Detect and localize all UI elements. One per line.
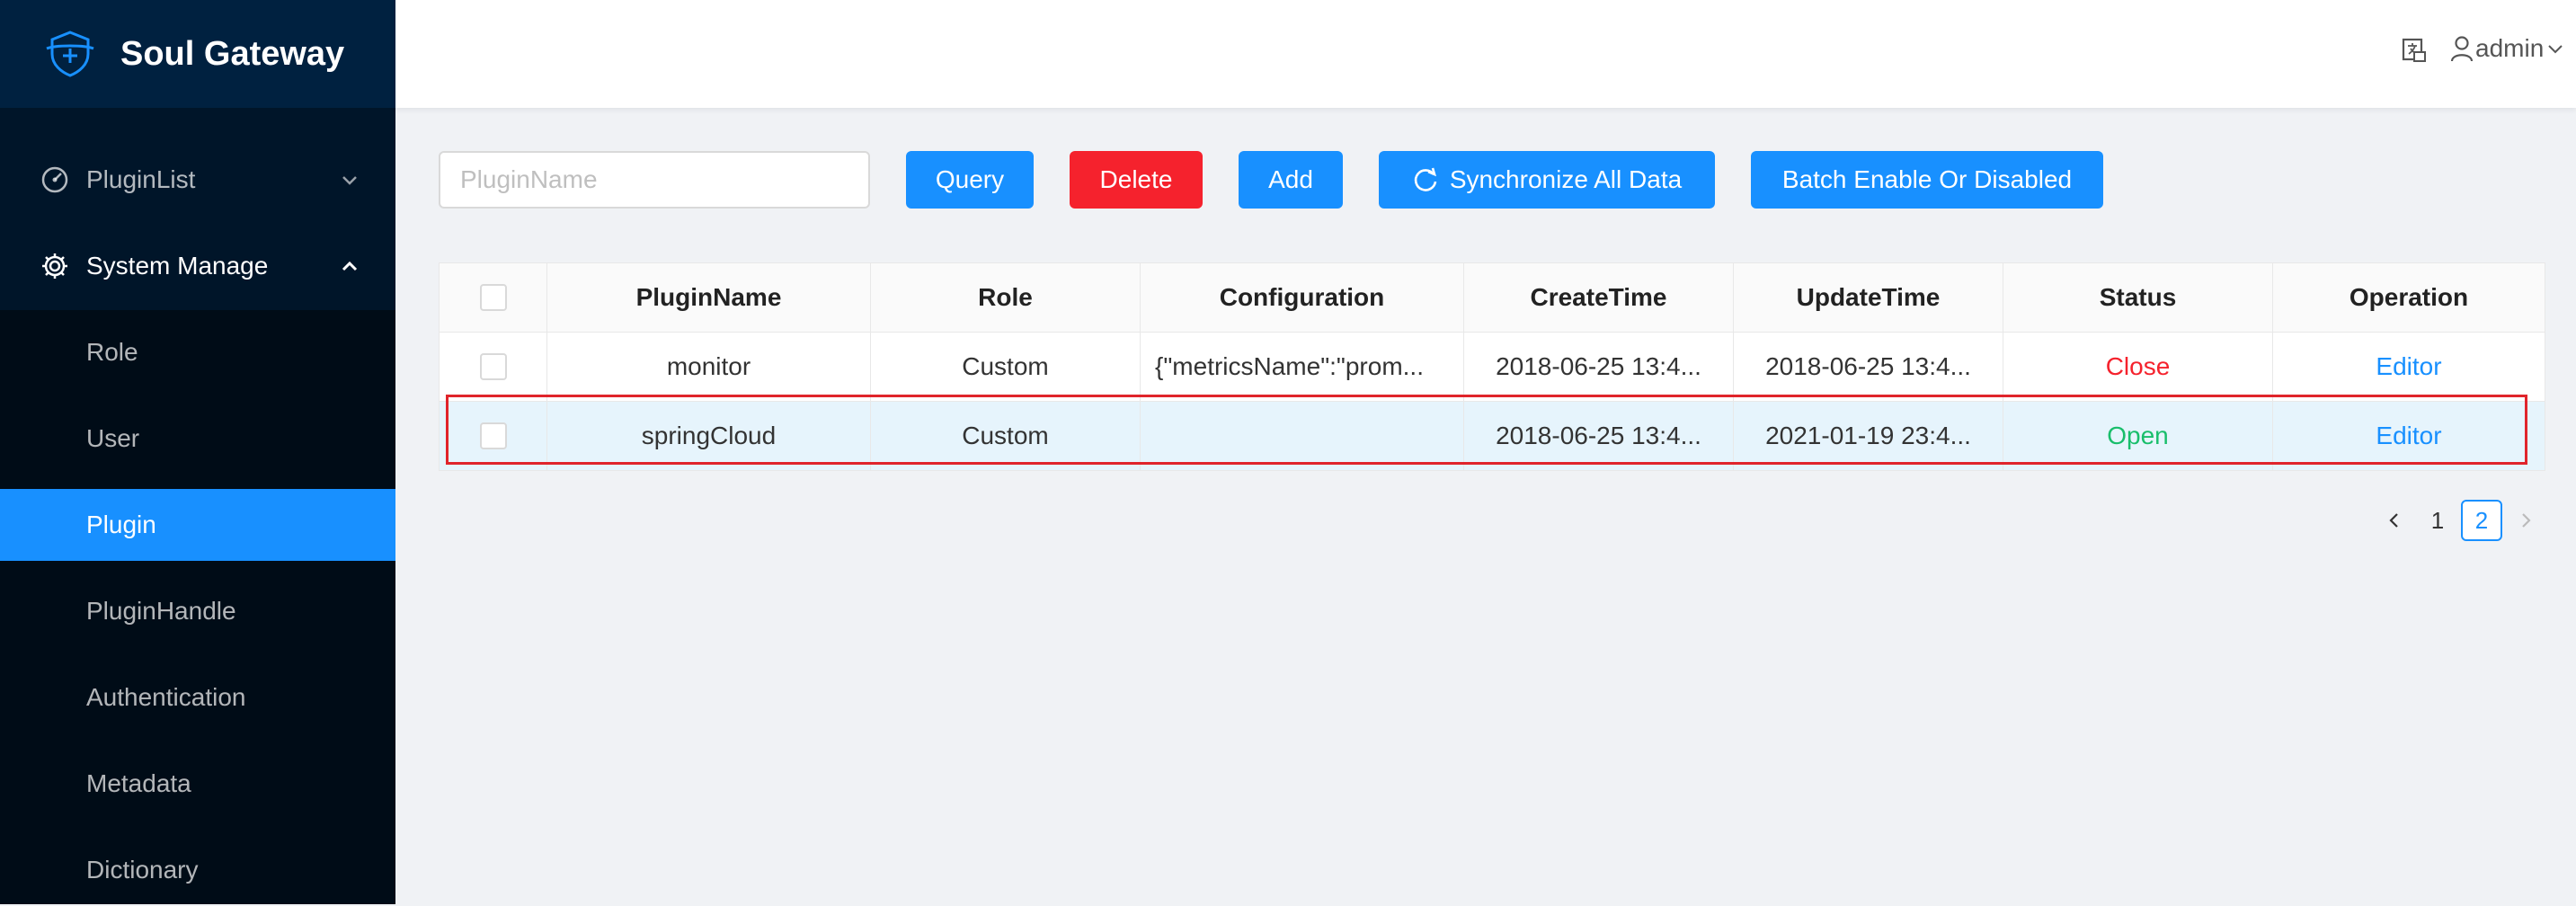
- role-cell: Custom: [871, 333, 1141, 401]
- update-time-cell: 2021-01-19 23:4...: [1734, 402, 2003, 470]
- chevron-left-icon: [2389, 513, 2398, 528]
- logo[interactable]: Soul Gateway: [0, 0, 395, 108]
- row-select-cell: [440, 402, 547, 470]
- chevron-down-icon: [2548, 45, 2563, 54]
- sidebar-item-authentication[interactable]: Authentication: [0, 662, 395, 733]
- plugin-name-cell: monitor: [547, 333, 871, 401]
- chevron-down-icon: [342, 176, 357, 185]
- delete-button[interactable]: Delete: [1070, 151, 1203, 209]
- column-header: Operation: [2349, 283, 2469, 311]
- menu-label: System Manage: [86, 252, 269, 280]
- configuration-cell: {"metricsName":"prom...: [1141, 333, 1464, 401]
- role-cell: Custom: [871, 402, 1141, 470]
- editor-link[interactable]: Editor: [2273, 402, 2545, 470]
- sidebar-item-plugin[interactable]: Plugin: [0, 489, 395, 561]
- menu-plugin-list[interactable]: PluginList: [0, 144, 395, 216]
- plugin-name-cell: springCloud: [547, 402, 871, 470]
- sidebar-item-metadata[interactable]: Metadata: [0, 748, 395, 820]
- update-time-cell: 2018-06-25 13:4...: [1734, 333, 2003, 401]
- select-all-checkbox[interactable]: [479, 284, 507, 311]
- app-title: Soul Gateway: [120, 34, 345, 73]
- column-header: UpdateTime: [1734, 263, 2003, 332]
- column-header: PluginName: [547, 263, 871, 332]
- plugin-table: PluginName Role Configuration CreateTime…: [439, 262, 2545, 471]
- status-cell: Open: [2003, 402, 2273, 470]
- user-menu[interactable]: admin: [2450, 34, 2567, 63]
- row-select-cell: [440, 333, 547, 401]
- chevron-right-icon: [2522, 513, 2531, 528]
- column-header: Status: [2003, 263, 2273, 332]
- dashboard-icon: [40, 164, 70, 195]
- page-2[interactable]: 2: [2461, 500, 2502, 541]
- language-icon[interactable]: [2400, 36, 2429, 65]
- header: [395, 0, 2576, 108]
- sync-label: Synchronize All Data: [1449, 165, 1683, 193]
- sync-icon: [1414, 167, 1437, 191]
- sidebar-item-role[interactable]: Role: [0, 316, 395, 388]
- configuration-cell: [1141, 402, 1464, 470]
- chevron-up-icon: [342, 261, 358, 271]
- prev-page-button[interactable]: [2378, 500, 2411, 541]
- column-header: Role: [871, 263, 1141, 332]
- sidebar: Soul Gateway PluginList System Manage Ro…: [0, 0, 395, 904]
- shield-logo-icon: [46, 31, 94, 77]
- page-1[interactable]: 1: [2421, 500, 2454, 541]
- query-button[interactable]: Query: [906, 151, 1034, 209]
- create-time-cell: 2018-06-25 13:4...: [1464, 402, 1734, 470]
- column-header: CreateTime: [1464, 263, 1734, 332]
- add-button[interactable]: Add: [1239, 151, 1343, 209]
- create-time-cell: 2018-06-25 13:4...: [1464, 333, 1734, 401]
- menu-label: PluginList: [86, 165, 196, 193]
- user-icon: [2450, 36, 2474, 62]
- table-row[interactable]: monitor Custom {"metricsName":"prom... 2…: [440, 333, 2545, 402]
- select-all-cell: [440, 263, 547, 332]
- batch-enable-button[interactable]: Batch Enable Or Disabled: [1751, 151, 2103, 209]
- row-checkbox[interactable]: [479, 353, 507, 380]
- gear-icon: [40, 251, 70, 281]
- user-name: admin: [2475, 34, 2545, 62]
- table-header: PluginName Role Configuration CreateTime…: [440, 263, 2545, 333]
- table-row[interactable]: springCloud Custom 2018-06-25 13:4... 20…: [440, 402, 2545, 470]
- status-cell: Close: [2003, 333, 2273, 401]
- sidebar-item-user[interactable]: User: [0, 403, 395, 475]
- editor-link[interactable]: Editor: [2273, 333, 2545, 401]
- sidebar-item-dictionary[interactable]: Dictionary: [0, 834, 395, 906]
- sidebar-item-pluginhandle[interactable]: PluginHandle: [0, 575, 395, 647]
- next-page-button[interactable]: [2509, 500, 2542, 541]
- row-checkbox[interactable]: [479, 422, 507, 449]
- menu-system-manage[interactable]: System Manage: [0, 230, 395, 302]
- column-header: Configuration: [1141, 263, 1464, 332]
- plugin-name-search-input[interactable]: [439, 151, 870, 209]
- synchronize-all-data-button[interactable]: Synchronize All Data: [1379, 151, 1715, 209]
